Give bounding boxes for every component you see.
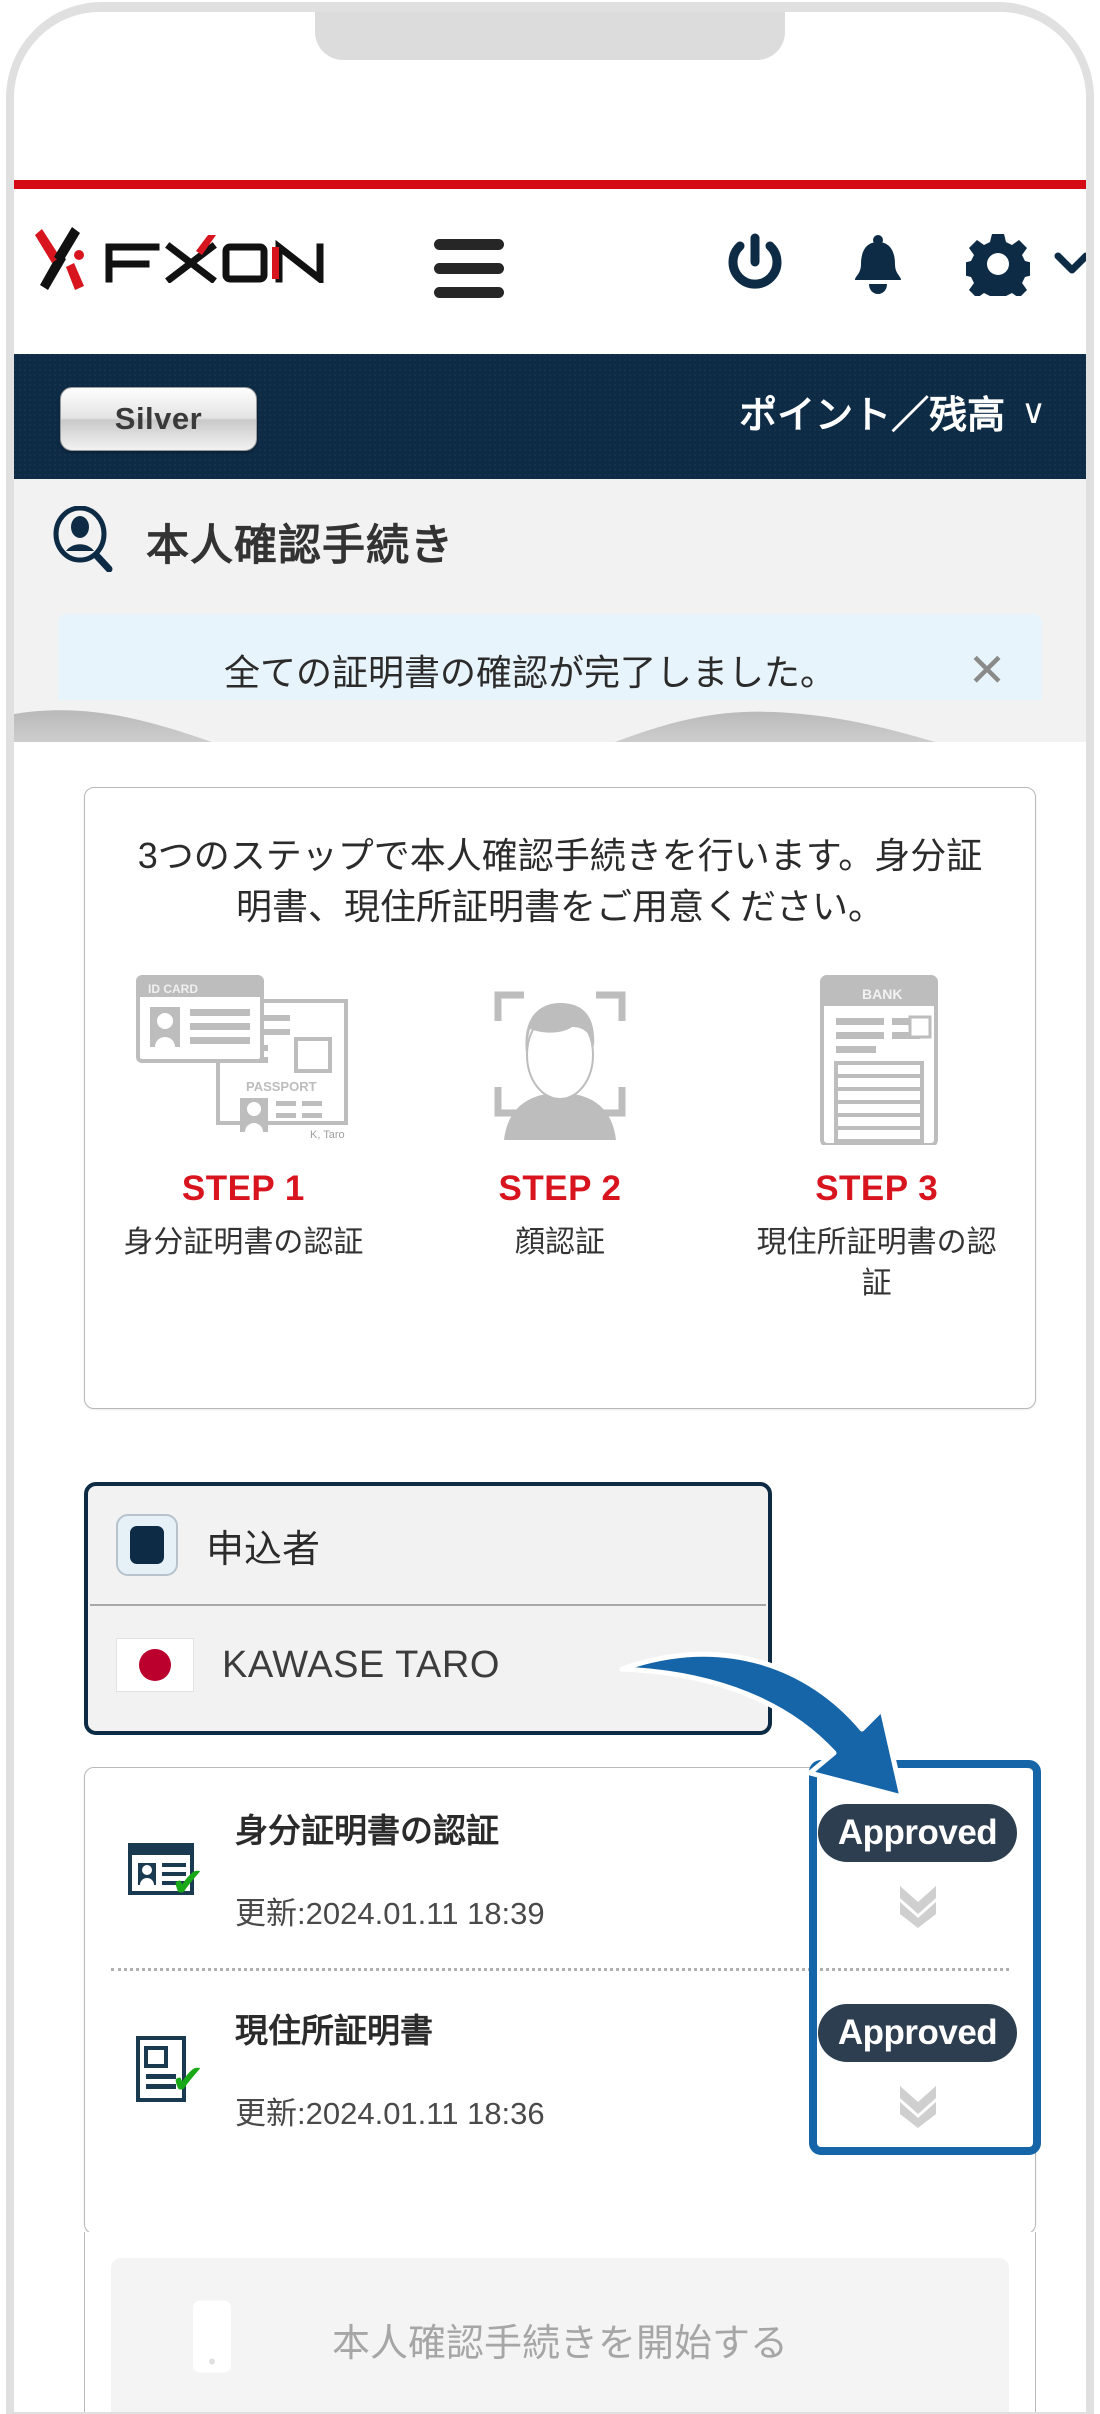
hamburger-menu-button[interactable] — [434, 239, 504, 299]
close-icon[interactable]: ✕ — [932, 643, 1042, 697]
table-row[interactable]: ✔ 現住所証明書 更新:2024.01.11 18:36 Approved — [85, 1968, 1035, 2168]
hamburger-bar — [434, 263, 504, 274]
step-name: STEP 3 — [815, 1169, 939, 1209]
step-desc: 身分証明書の認証 — [123, 1226, 364, 1260]
svg-text:ID CARD: ID CARD — [148, 982, 198, 996]
step-desc: 現住所証明書の認証 — [756, 1226, 997, 1300]
bank-statement-illustration: BANK — [718, 962, 1035, 1147]
rank-badge[interactable]: Silver — [60, 387, 257, 451]
step-desc: 顔認証 — [515, 1226, 605, 1260]
fxon-wordmark-icon — [104, 231, 328, 287]
step-item-2: STEP 2 顔認証 — [402, 962, 719, 1304]
document-icon: ✔ — [85, 2030, 235, 2106]
applicant-name: KAWASE TARO — [222, 1643, 500, 1686]
brand-red-rule — [14, 180, 1086, 189]
face-scan-illustration — [402, 962, 719, 1147]
jp-flag-icon — [116, 1638, 194, 1692]
doc-info: 身分証明書の認証 更新:2024.01.11 18:39 — [235, 1804, 800, 1933]
applicant-name-row[interactable]: KAWASE TARO — [88, 1606, 768, 1724]
check-icon: ✔ — [171, 1861, 205, 1905]
step-item-3: BANK STEP 3 現住所証明書の認証 — [718, 962, 1035, 1304]
fxon-mark-icon — [32, 223, 98, 291]
site-header — [14, 189, 1086, 354]
svg-text:K, Taro: K, Taro — [310, 1129, 345, 1141]
step-name: STEP 1 — [181, 1169, 305, 1209]
steps-intro-text: 3つのステップで本人確認手続きを行います。身分証明書、現住所証明書をご用意くださ… — [137, 835, 983, 928]
steps-row: PASSPORT K, Taro ID CARD STEP 1 身分証明書の認証… — [85, 962, 1035, 1304]
chevron-down-icon: ∨ — [1021, 392, 1046, 431]
doc-info: 現住所証明書 更新:2024.01.11 18:36 — [235, 2004, 800, 2133]
doc-updated: 更新:2024.01.11 18:36 — [235, 2095, 545, 2131]
svg-text:PASSPORT: PASSPORT — [246, 1079, 317, 1094]
documents-card: ✔ 身分証明書の認証 更新:2024.01.11 18:39 Approved — [84, 1767, 1036, 2234]
start-verification-label: 本人確認手続きを開始する — [331, 2322, 788, 2365]
chevron-down-icon[interactable] — [1054, 251, 1086, 282]
gear-icon[interactable] — [963, 232, 1033, 304]
doc-status-cell: Approved — [800, 1803, 1035, 1933]
step-item-1: PASSPORT K, Taro ID CARD STEP 1 身分証明書の認証 — [85, 962, 402, 1304]
alert-message: 全ての証明書の確認が完了しました。 — [223, 652, 836, 693]
phone-device-frame: Silver ポイント／残高 ∨ 本人確認手続き 全ての証明書の確認が完了しまし… — [0, 0, 1100, 2414]
id-card-passport-illustration: PASSPORT K, Taro ID CARD — [85, 962, 402, 1147]
doc-status-cell: Approved — [800, 2003, 1035, 2133]
applicant-card: 申込者 KAWASE TARO — [84, 1482, 772, 1735]
phone-screen: Silver ポイント／残高 ∨ 本人確認手続き 全ての証明書の確認が完了しまし… — [14, 12, 1086, 2412]
doc-updated: 更新:2024.01.11 18:39 — [235, 1895, 545, 1931]
account-search-icon — [52, 505, 114, 577]
account-status-bar: Silver ポイント／残高 ∨ — [14, 354, 1086, 479]
check-icon: ✔ — [171, 2058, 205, 2102]
start-verification-button[interactable]: 本人確認手続きを開始する — [111, 2258, 1009, 2412]
chevron-double-down-icon[interactable] — [892, 1876, 944, 1933]
steps-card: 3つのステップで本人確認手続きを行います。身分証明書、現住所証明書をご用意くださ… — [84, 787, 1036, 1409]
svg-text:BANK: BANK — [862, 986, 902, 1002]
main-content: 3つのステップで本人確認手続きを行います。身分証明書、現住所証明書をご用意くださ… — [14, 742, 1086, 2412]
brand-logo[interactable] — [32, 223, 328, 291]
bell-icon[interactable] — [847, 232, 909, 301]
radio-selected-icon[interactable] — [116, 1514, 178, 1576]
start-button-panel: 本人確認手続きを開始する — [84, 2232, 1036, 2412]
page-header: 本人確認手続き — [14, 479, 1086, 604]
hamburger-bar — [434, 287, 504, 298]
applicant-section-row[interactable]: 申込者 — [88, 1486, 768, 1604]
applicant-section-label: 申込者 — [206, 1528, 321, 1571]
chevron-double-down-icon[interactable] — [892, 2076, 944, 2133]
phone-notch — [315, 12, 785, 60]
smartphone-icon — [189, 2298, 235, 2381]
doc-title: 身分証明書の認証 — [235, 1811, 499, 1849]
points-balance-label: ポイント／残高 — [739, 395, 1006, 437]
points-balance-toggle[interactable]: ポイント／残高 ∨ — [739, 384, 1046, 439]
step-name: STEP 2 — [498, 1169, 622, 1209]
doc-title: 現住所証明書 — [235, 2011, 433, 2049]
table-row[interactable]: ✔ 身分証明書の認証 更新:2024.01.11 18:39 Approved — [85, 1768, 1035, 1968]
power-icon[interactable] — [724, 232, 786, 301]
hamburger-bar — [434, 239, 504, 250]
status-badge: Approved — [817, 2003, 1018, 2062]
status-badge: Approved — [817, 1803, 1018, 1862]
id-card-icon: ✔ — [85, 1833, 235, 1903]
page-title: 本人確認手続き — [146, 521, 454, 570]
